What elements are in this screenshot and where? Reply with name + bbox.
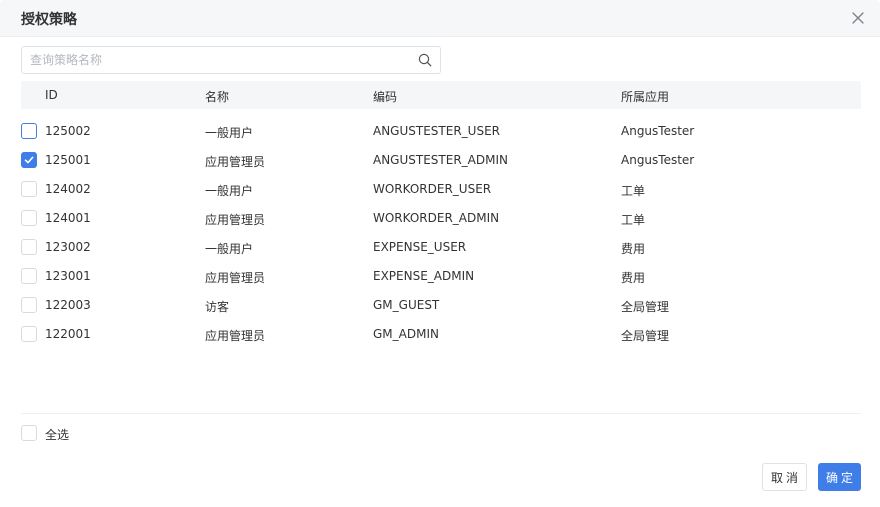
search-box (21, 46, 441, 74)
cell-app: AngusTester (621, 124, 695, 138)
table-header: ID 名称 编码 所属应用 (21, 81, 861, 109)
cell-id: 124002 (45, 182, 91, 196)
cell-code: GM_GUEST (373, 298, 440, 312)
row-checkbox[interactable] (21, 152, 37, 168)
column-header-id: ID (45, 88, 58, 102)
cell-name: 一般用户 (205, 184, 254, 198)
column-header-name: 名称 (205, 90, 230, 104)
row-checkbox[interactable] (21, 297, 37, 313)
cell-name: 一般用户 (205, 242, 254, 256)
table-row[interactable]: 125001 应用管理员 ANGUSTESTER_ADMIN AngusTester (21, 146, 861, 175)
cell-app: 费用 (621, 242, 646, 256)
dialog-header: 授权策略 (0, 0, 880, 37)
cell-code: WORKORDER_ADMIN (373, 211, 500, 225)
cell-id: 123002 (45, 240, 91, 254)
table-row[interactable]: 124001 应用管理员 WORKORDER_ADMIN 工单 (21, 204, 861, 233)
table-row[interactable]: 122001 应用管理员 GM_ADMIN 全局管理 (21, 320, 861, 349)
cell-app: 全局管理 (621, 329, 670, 343)
cell-app: 工单 (621, 184, 646, 198)
search-button[interactable] (418, 53, 432, 67)
column-header-app: 所属应用 (621, 90, 670, 104)
row-checkbox[interactable] (21, 210, 37, 226)
table-row[interactable]: 123001 应用管理员 EXPENSE_ADMIN 费用 (21, 262, 861, 291)
cell-code: EXPENSE_USER (373, 240, 467, 254)
close-icon (852, 12, 864, 24)
row-checkbox[interactable] (21, 268, 37, 284)
footer-divider (21, 413, 861, 414)
cell-name: 应用管理员 (205, 271, 266, 285)
row-checkbox[interactable] (21, 123, 37, 139)
row-checkbox[interactable] (21, 326, 37, 342)
table-row[interactable]: 123002 一般用户 EXPENSE_USER 费用 (21, 233, 861, 262)
close-button[interactable] (851, 11, 865, 25)
cell-id: 125002 (45, 124, 91, 138)
checkmark-icon (24, 156, 34, 164)
select-all-label: 全选 (45, 428, 70, 442)
cell-code: ANGUSTESTER_ADMIN (373, 153, 508, 167)
cell-code: GM_ADMIN (373, 327, 439, 341)
cancel-button[interactable]: 取消 (762, 463, 807, 491)
cell-id: 124001 (45, 211, 91, 225)
cell-name: 应用管理员 (205, 329, 266, 343)
cell-app: AngusTester (621, 153, 695, 167)
cell-app: 工单 (621, 213, 646, 227)
row-checkbox[interactable] (21, 181, 37, 197)
cell-app: 全局管理 (621, 300, 670, 314)
cell-id: 122003 (45, 298, 91, 312)
table-row[interactable]: 125002 一般用户 ANGUSTESTER_USER AngusTester (21, 117, 861, 146)
cell-name: 访客 (205, 300, 230, 314)
column-header-code: 编码 (373, 90, 398, 104)
cell-name: 应用管理员 (205, 213, 266, 227)
cell-app: 费用 (621, 271, 646, 285)
authorize-policy-dialog: 授权策略 ID 名称 编码 所属应用 125002 一般用户 ANGUSTESTER… (0, 0, 880, 507)
search-icon (418, 53, 432, 67)
dialog-title: 授权策略 (21, 12, 77, 28)
table-row[interactable]: 124002 一般用户 WORKORDER_USER 工单 (21, 175, 861, 204)
cell-name: 应用管理员 (205, 155, 266, 169)
search-input[interactable] (30, 47, 410, 73)
confirm-button[interactable]: 确定 (818, 463, 861, 491)
cell-id: 122001 (45, 327, 91, 341)
row-checkbox[interactable] (21, 239, 37, 255)
cell-id: 125001 (45, 153, 91, 167)
cell-code: WORKORDER_USER (373, 182, 492, 196)
cell-id: 123001 (45, 269, 91, 283)
cell-name: 一般用户 (205, 126, 254, 140)
cell-code: ANGUSTESTER_USER (373, 124, 500, 138)
cell-code: EXPENSE_ADMIN (373, 269, 475, 283)
select-all-checkbox[interactable] (21, 425, 37, 441)
table-row[interactable]: 122003 访客 GM_GUEST 全局管理 (21, 291, 861, 320)
